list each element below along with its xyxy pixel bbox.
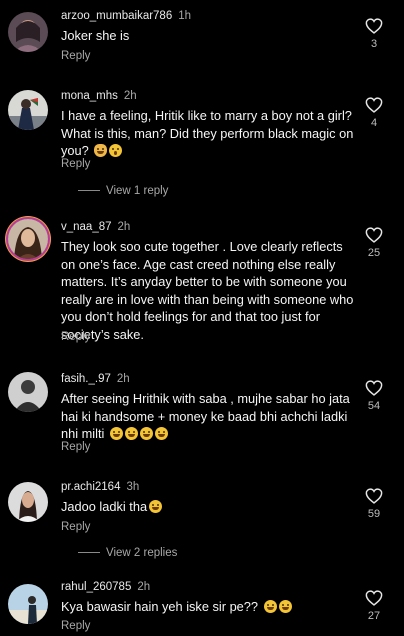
like-count: 59 [367, 508, 381, 520]
reply-button[interactable]: Reply [61, 158, 90, 170]
username[interactable]: arzoo_mumbaikar786 [61, 10, 172, 22]
heart-outline-icon [365, 97, 383, 113]
comment-header: rahul_260785 2h [61, 581, 150, 593]
comment-header: pr.achi2164 3h [61, 481, 139, 493]
timestamp: 2h [117, 221, 131, 233]
timestamp: 2h [116, 373, 130, 385]
like-count: 25 [367, 247, 381, 259]
comment-text: Jadoo ladki tha [61, 498, 357, 516]
like-count: 4 [370, 117, 378, 129]
avatar[interactable] [8, 482, 48, 522]
avatar[interactable] [8, 584, 48, 624]
timestamp: 1h [178, 10, 192, 22]
face-with-tears-of-joy-icon [278, 600, 292, 613]
reply-button[interactable]: Reply [61, 50, 90, 62]
comments-list: arzoo_mumbaikar786 1h Joker she is Reply … [0, 0, 404, 636]
face-with-tears-of-joy-icon [109, 427, 123, 440]
comment-text: Joker she is [61, 28, 130, 43]
view-replies-label: View 1 reply [106, 185, 169, 197]
comment-header: v_naa_87 2h [61, 221, 130, 233]
smiling-face-icon [149, 500, 163, 513]
avatar[interactable] [8, 219, 48, 259]
replies-divider [78, 552, 100, 554]
like-count: 54 [367, 400, 381, 412]
reply-button[interactable]: Reply [61, 620, 90, 632]
avatar[interactable] [8, 12, 48, 52]
like-count: 27 [367, 610, 381, 622]
heart-outline-icon [365, 227, 383, 243]
like-button[interactable]: 3 [361, 18, 387, 50]
comment-header: fasih._.97 2h [61, 373, 130, 385]
comment-text: Kya bawasir hain yeh iske sir pe?? [61, 598, 357, 616]
comment-text: They look soo cute together . Love clear… [61, 239, 354, 342]
comment-text-content: Jadoo ladki tha [61, 499, 148, 514]
username[interactable]: fasih._.97 [61, 373, 111, 385]
comment-text: After seeing Hrithik with saba , mujhe s… [61, 390, 357, 443]
heart-outline-icon [365, 590, 383, 606]
like-button[interactable]: 27 [361, 590, 387, 622]
face-screaming-icon [109, 144, 123, 157]
like-button[interactable]: 4 [361, 97, 387, 129]
view-replies-button[interactable]: View 2 replies [78, 547, 177, 559]
view-replies-button[interactable]: View 1 reply [78, 185, 168, 197]
reply-button[interactable]: Reply [61, 441, 90, 453]
username[interactable]: v_naa_87 [61, 221, 112, 233]
username[interactable]: rahul_260785 [61, 581, 131, 593]
comment-header: arzoo_mumbaikar786 1h [61, 10, 191, 22]
heart-outline-icon [365, 488, 383, 504]
reply-button[interactable]: Reply [61, 521, 90, 533]
username[interactable]: pr.achi2164 [61, 481, 120, 493]
folded-hands-icon [94, 144, 108, 157]
heart-outline-icon [365, 18, 383, 34]
like-button[interactable]: 54 [361, 380, 387, 412]
timestamp: 3h [126, 481, 140, 493]
face-with-tears-of-joy-icon [139, 427, 153, 440]
replies-divider [78, 190, 100, 192]
comment-header: mona_mhs 2h [61, 90, 137, 102]
timestamp: 2h [137, 581, 151, 593]
face-with-tears-of-joy-icon [263, 600, 277, 613]
username[interactable]: mona_mhs [61, 90, 118, 102]
avatar[interactable] [8, 372, 48, 412]
avatar[interactable] [8, 90, 48, 130]
reply-button[interactable]: Reply [61, 331, 90, 343]
comment-text-content: Kya bawasir hain yeh iske sir pe?? [61, 599, 259, 614]
comment-text: I have a feeling, Hritik like to marry a… [61, 107, 357, 160]
heart-outline-icon [365, 380, 383, 396]
like-button[interactable]: 25 [361, 227, 387, 259]
timestamp: 2h [123, 90, 137, 102]
like-button[interactable]: 59 [361, 488, 387, 520]
comment-text-content: After seeing Hrithik with saba , mujhe s… [61, 391, 350, 441]
view-replies-label: View 2 replies [106, 547, 178, 559]
face-with-tears-of-joy-icon [154, 427, 168, 440]
face-with-tears-of-joy-icon [124, 427, 138, 440]
like-count: 3 [370, 38, 378, 50]
